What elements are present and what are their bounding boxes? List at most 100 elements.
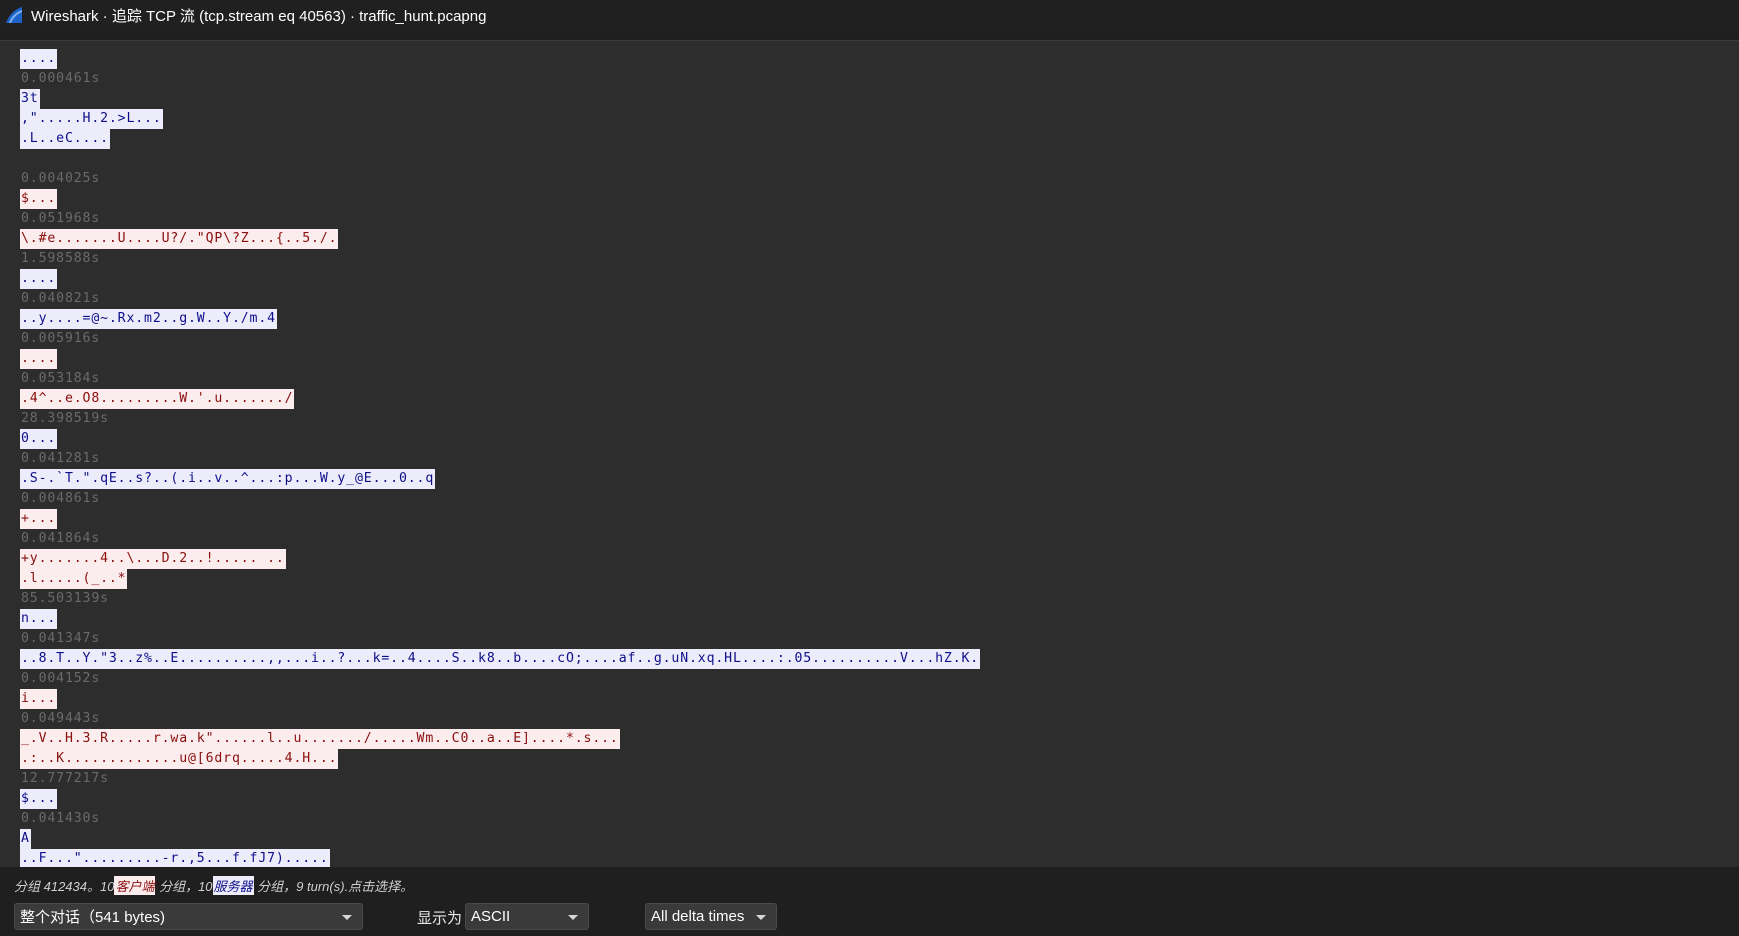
client-data-row: _.V..H.3.R.....r.wa.k"......l..u......./… bbox=[20, 729, 980, 749]
delta-times-select-value: All delta times bbox=[651, 908, 745, 925]
payload-text: .l.....(_..* bbox=[20, 569, 128, 589]
timestamp-row: 0.000461s bbox=[20, 69, 980, 89]
timestamp-row: 0.049443s bbox=[20, 709, 980, 729]
delta-time: 28.398519s bbox=[21, 411, 109, 426]
delta-time: 85.503139s bbox=[21, 591, 109, 606]
show-as-select-value: ASCII bbox=[471, 908, 511, 925]
controls-bar: 整个对话（541 bytes) 显示为 ASCII All delta time… bbox=[0, 903, 1739, 933]
server-data-row: 3t bbox=[20, 89, 980, 109]
timestamp-row: 0.004152s bbox=[20, 669, 980, 689]
payload-text: +... bbox=[20, 509, 58, 529]
client-data-row: +... bbox=[20, 509, 980, 529]
payload-text: .S-.`T.".qE..s?..(.i..v..^...:p...W.y_@E… bbox=[20, 469, 436, 489]
delta-time: 12.777217s bbox=[21, 771, 109, 786]
delta-time: 0.004152s bbox=[21, 671, 101, 686]
client-data-row: .... bbox=[20, 349, 980, 369]
conversation-select-value: 整个对话（541 bytes) bbox=[20, 909, 166, 926]
timestamp-row: 0.004861s bbox=[20, 489, 980, 509]
payload-text: .L..eC.... bbox=[20, 129, 110, 149]
client-data-row: .4^..e.O8.........W.'.u......./ bbox=[20, 389, 980, 409]
wireshark-fin-icon bbox=[3, 4, 25, 26]
timestamp-row: 0.041347s bbox=[20, 629, 980, 649]
chevron-down-icon bbox=[568, 915, 578, 920]
server-data-row: n... bbox=[20, 609, 980, 629]
server-data-row: .... bbox=[20, 269, 980, 289]
delta-time: 0.041281s bbox=[21, 451, 101, 466]
payload-text: $... bbox=[20, 189, 58, 209]
window-title: Wireshark · 追踪 TCP 流 (tcp.stream eq 4056… bbox=[31, 7, 487, 25]
delta-time: 0.053184s bbox=[21, 371, 101, 386]
delta-time: 0.004025s bbox=[21, 171, 101, 186]
payload-text: ,".....H.2.>L... bbox=[20, 109, 163, 129]
chevron-down-icon bbox=[342, 915, 352, 920]
client-tag: 客户端 bbox=[114, 876, 156, 895]
summary-prefix: 分组 412434。10 bbox=[14, 879, 115, 894]
server-data-row: ..y....=@~.Rx.m2..g.W..Y./m.4 bbox=[20, 309, 980, 329]
delta-times-select[interactable]: All delta times bbox=[645, 903, 777, 930]
timestamp-row: 0.041430s bbox=[20, 809, 980, 829]
stream-summary: 分组 412434。10 客户端 分组，10 服务器 分组，9 turn(s).… bbox=[14, 876, 413, 895]
timestamp-row: 0.004025s bbox=[20, 169, 980, 189]
timestamp-row: 0.053184s bbox=[20, 369, 980, 389]
server-data-row: .S-.`T.".qE..s?..(.i..v..^...:p...W.y_@E… bbox=[20, 469, 980, 489]
payload-text: .... bbox=[20, 349, 58, 369]
delta-time: 0.051968s bbox=[21, 211, 101, 226]
server-data-row: ..8.T..Y."3..z%..E..........,,...i..?...… bbox=[20, 649, 981, 669]
delta-time: 0.049443s bbox=[21, 711, 101, 726]
payload-text: i... bbox=[20, 689, 58, 709]
payload-text: 0... bbox=[20, 429, 58, 449]
stream-content-pane[interactable]: .... 0.000461s 3t ,".....H.2.>L... .L..eC...… bbox=[0, 40, 1739, 867]
payload-text: 3t bbox=[20, 89, 40, 109]
delta-time: 0.041430s bbox=[21, 811, 101, 826]
timestamp-row: 1.598588s bbox=[20, 249, 980, 269]
timestamp-row: 0.040821s bbox=[20, 289, 980, 309]
payload-text: .:..K.............u@[6drq.....4.H... bbox=[20, 749, 339, 769]
server-tag: 服务器 bbox=[212, 876, 254, 895]
stream-text[interactable]: .... 0.000461s 3t ,".....H.2.>L... .L..eC...… bbox=[20, 49, 981, 867]
server-data-row: .... bbox=[20, 49, 980, 69]
blank-row bbox=[20, 149, 980, 169]
client-data-row: .:..K.............u@[6drq.....4.H... bbox=[20, 749, 980, 769]
payload-text: ..F...".........-r.,5...f.fJ7)..... bbox=[20, 849, 330, 867]
delta-time: 0.000461s bbox=[21, 71, 101, 86]
payload-text: n... bbox=[20, 609, 58, 629]
summary-suffix: 分组，9 turn(s).点击选择。 bbox=[253, 879, 414, 894]
payload-text: .... bbox=[20, 49, 58, 69]
timestamp-row: 0.041864s bbox=[20, 529, 980, 549]
client-data-row: i... bbox=[20, 689, 980, 709]
payload-text: ..y....=@~.Rx.m2..g.W..Y./m.4 bbox=[20, 309, 277, 329]
timestamp-row: 28.398519s bbox=[20, 409, 980, 429]
delta-time: 0.041347s bbox=[21, 631, 101, 646]
conversation-select[interactable]: 整个对话（541 bytes) bbox=[14, 903, 363, 930]
client-data-row: +y.......4..\...D.2..!..... .. bbox=[20, 549, 980, 569]
timestamp-row: 0.005916s bbox=[20, 329, 980, 349]
server-data-row: ,".....H.2.>L... bbox=[20, 109, 980, 129]
chevron-down-icon bbox=[756, 915, 766, 920]
payload-text: \.#e.......U....U?/."QP\?Z...{..5./. bbox=[20, 229, 339, 249]
server-data-row: 0... bbox=[20, 429, 980, 449]
delta-time: 0.040821s bbox=[21, 291, 101, 306]
server-data-row: A bbox=[20, 829, 980, 849]
timestamp-row: 0.041281s bbox=[20, 449, 980, 469]
client-data-row: .l.....(_..* bbox=[20, 569, 980, 589]
payload-text: .4^..e.O8.........W.'.u......./ bbox=[20, 389, 295, 409]
client-data-row: $... bbox=[20, 189, 980, 209]
timestamp-row: 0.051968s bbox=[20, 209, 980, 229]
show-as-select[interactable]: ASCII bbox=[465, 903, 589, 930]
payload-text: _.V..H.3.R.....r.wa.k"......l..u......./… bbox=[20, 729, 620, 749]
delta-time: 0.041864s bbox=[21, 531, 101, 546]
show-as-label: 显示为 bbox=[417, 910, 463, 927]
delta-time: 0.005916s bbox=[21, 331, 101, 346]
server-data-row: ..F...".........-r.,5...f.fJ7)..... bbox=[20, 849, 980, 867]
server-data-row: $... bbox=[20, 789, 980, 809]
payload-text: +y.......4..\...D.2..!..... .. bbox=[20, 549, 286, 569]
title-bar: Wireshark · 追踪 TCP 流 (tcp.stream eq 4056… bbox=[0, 0, 1739, 30]
payload-text: A bbox=[20, 829, 31, 849]
summary-mid: 分组，10 bbox=[155, 879, 213, 894]
payload-text: ..8.T..Y."3..z%..E..........,,...i..?...… bbox=[20, 649, 981, 669]
timestamp-row: 85.503139s bbox=[20, 589, 980, 609]
client-data-row: \.#e.......U....U?/."QP\?Z...{..5./. bbox=[20, 229, 980, 249]
timestamp-row: 12.777217s bbox=[20, 769, 980, 789]
delta-time: 0.004861s bbox=[21, 491, 101, 506]
payload-text: .... bbox=[20, 269, 58, 289]
